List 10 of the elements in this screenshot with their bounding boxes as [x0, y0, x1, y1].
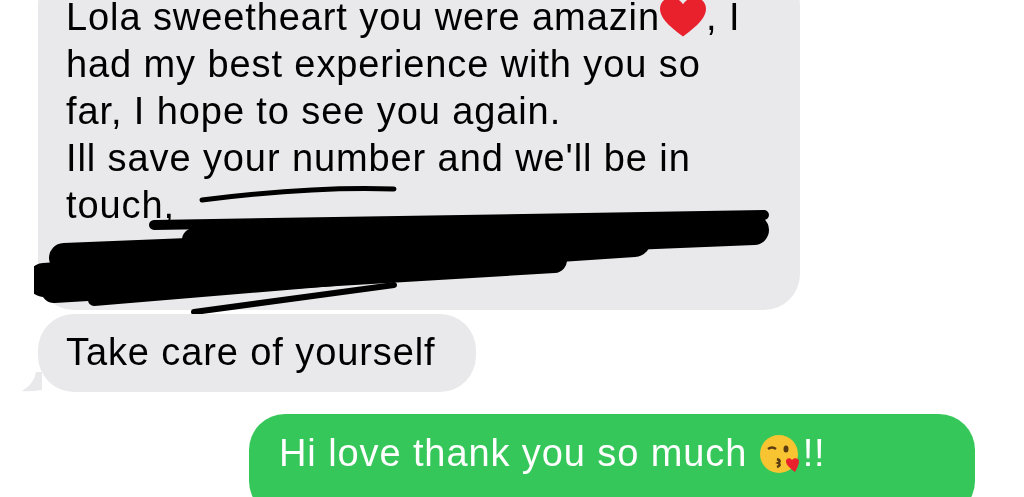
- message-text: Ill save your number and we'll be in: [66, 137, 691, 180]
- message-text: far, I hope to see you again.: [66, 90, 562, 133]
- message-text: had my best experience with you so: [66, 43, 701, 86]
- message-text: Lola sweetheart you were amazin: [66, 0, 660, 39]
- message-text: !!: [802, 432, 826, 475]
- message-text: touch,: [66, 184, 175, 227]
- heart-icon: [660, 0, 706, 39]
- message-text: Take care of yourself: [66, 331, 436, 374]
- message-text: , I: [706, 0, 741, 39]
- message-text: Hi love thank you so much: [279, 432, 749, 475]
